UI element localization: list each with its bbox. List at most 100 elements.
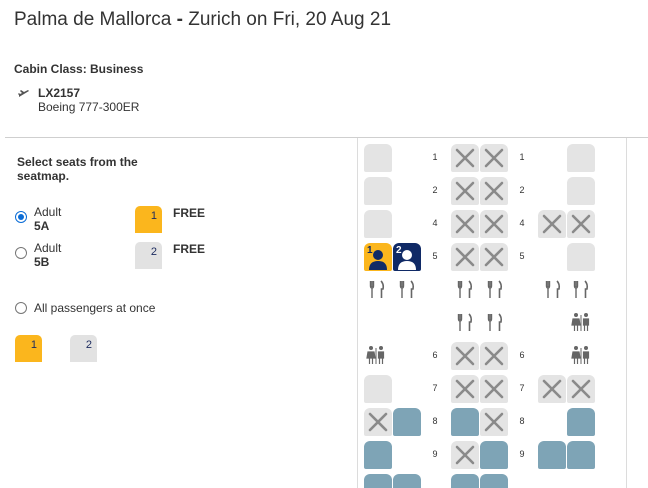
seat-7D [451,375,479,403]
passenger-2-price: FREE [173,242,206,256]
passenger-1-badge: 1 [135,206,162,233]
seat-next-row[interactable] [480,474,508,488]
seat-9E[interactable] [480,441,508,469]
seat-next-row[interactable] [393,474,421,488]
seat-4E [480,210,508,238]
row-number: 4 [432,218,438,228]
lavatory-icon [571,313,590,331]
seat-7A[interactable] [364,375,392,403]
cabin-class: Cabin Class: Business [14,62,144,76]
passenger-1-seat: 5A [34,219,50,233]
seat-8B[interactable] [393,408,421,436]
airplane-icon [18,90,29,97]
page-title: Palma de Mallorca - Zurich on Fri, 20 Au… [14,9,392,30]
row-number: 2 [432,185,438,195]
row-number: 5 [432,251,438,261]
unavailable-x-icon [484,214,504,234]
galley-icon [457,313,473,331]
unavailable-x-icon [484,148,504,168]
lavatory-icon [366,346,385,364]
seat-4F [538,210,566,238]
seat-7E [480,375,508,403]
unavailable-x-icon [455,148,475,168]
passenger-2-type: Adult [34,241,62,255]
seat-1G[interactable] [567,144,595,172]
seat-2D [451,177,479,205]
unavailable-x-icon [455,214,475,234]
row-number: 7 [519,383,525,393]
galley-icon [369,280,385,298]
seat-2E [480,177,508,205]
seat-8G[interactable] [567,408,595,436]
seat-9D [451,441,479,469]
unavailable-x-icon [484,181,504,201]
unavailable-x-icon [484,346,504,366]
passenger-1-radio[interactable] [15,211,27,223]
all-passengers-label: All passengers at once [34,301,156,315]
seat-next-row[interactable] [364,474,392,488]
seatmap-right-border [626,138,627,488]
unavailable-x-icon [455,247,475,267]
row-number: 8 [432,416,438,426]
galley-icon [573,280,589,298]
all-passengers-badge-1: 1 [15,335,42,362]
aircraft-type: Boeing 777-300ER [38,100,140,114]
unavailable-x-icon [542,214,562,234]
seat-6E [480,342,508,370]
seat-9A[interactable] [364,441,392,469]
seat-5G[interactable] [567,243,595,271]
row-number: 9 [519,449,525,459]
row-number: 4 [519,218,525,228]
row-number: 6 [432,350,438,360]
row-number: 8 [519,416,525,426]
passenger-2-seat: 5B [34,255,50,269]
passenger-1-type: Adult [34,205,62,219]
seat-5D [451,243,479,271]
passenger-1-price: FREE [173,206,206,220]
passenger-2-radio[interactable] [15,247,27,259]
seat-5B[interactable]: 2 [393,243,421,271]
galley-icon [399,280,415,298]
seatmap-left-border [357,138,358,488]
galley-icon [545,280,561,298]
unavailable-x-icon [542,379,562,399]
seat-next-row[interactable] [451,474,479,488]
seat-8E [480,408,508,436]
seat-8D[interactable] [451,408,479,436]
seat-4G [567,210,595,238]
unavailable-x-icon [484,412,504,432]
seat-1D [451,144,479,172]
galley-icon [487,280,503,298]
row-number: 7 [432,383,438,393]
passenger-person-icon [398,250,416,270]
lavatory-icon [571,346,590,364]
unavailable-x-icon [368,412,388,432]
seat-9F[interactable] [538,441,566,469]
seat-5E [480,243,508,271]
seat-4A[interactable] [364,210,392,238]
seat-2G[interactable] [567,177,595,205]
passenger-person-icon [369,250,387,270]
row-number: 9 [432,449,438,459]
all-passengers-badge-2: 2 [70,335,97,362]
unavailable-x-icon [455,346,475,366]
galley-icon [487,313,503,331]
divider [5,137,648,138]
passenger-2-badge: 2 [135,242,162,269]
unavailable-x-icon [484,247,504,267]
seat-2A[interactable] [364,177,392,205]
unavailable-x-icon [455,445,475,465]
row-number: 6 [519,350,525,360]
seat-1A[interactable] [364,144,392,172]
seat-1E [480,144,508,172]
seat-9G[interactable] [567,441,595,469]
unavailable-x-icon [484,379,504,399]
unavailable-x-icon [455,379,475,399]
row-number: 1 [519,152,525,162]
galley-icon [457,280,473,298]
all-passengers-radio[interactable] [15,302,27,314]
unavailable-x-icon [571,379,591,399]
seat-5A[interactable]: 1 [364,243,392,271]
seat-7G [567,375,595,403]
seat-6D [451,342,479,370]
